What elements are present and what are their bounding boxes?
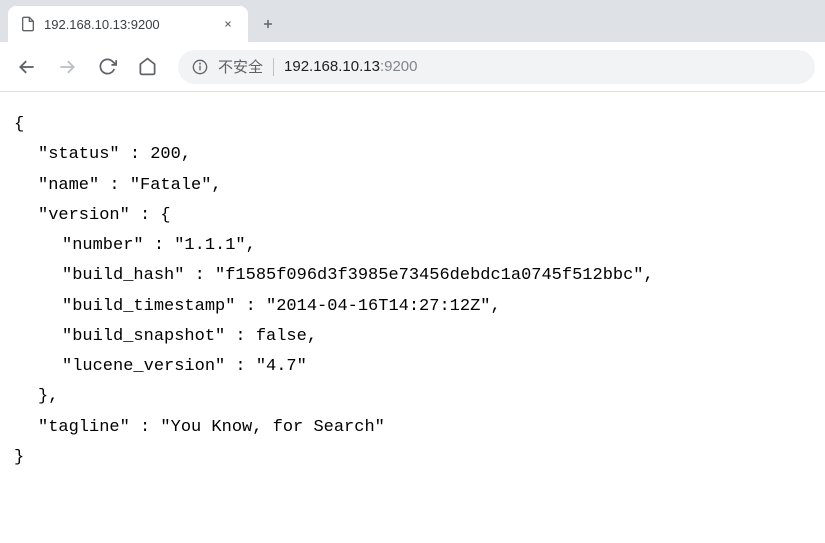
json-line: "build_hash" : "f1585f096d3f3985e73456de… (14, 261, 811, 291)
json-line: } (14, 443, 811, 473)
url-text: 192.168.10.13:9200 (284, 58, 417, 75)
json-line: { (14, 110, 811, 140)
back-button[interactable] (10, 50, 44, 84)
tab-title: 192.168.10.13:9200 (44, 17, 212, 32)
home-button[interactable] (130, 50, 164, 84)
divider (273, 58, 274, 76)
new-tab-button[interactable] (254, 10, 282, 38)
page-content: { "status" : 200, "name" : "Fatale", "ve… (0, 92, 825, 491)
json-line: }, (14, 382, 811, 412)
info-icon[interactable] (192, 59, 208, 75)
json-line: "build_snapshot" : false, (14, 322, 811, 352)
reload-button[interactable] (90, 50, 124, 84)
close-icon[interactable] (220, 16, 236, 32)
browser-toolbar: 不安全 192.168.10.13:9200 (0, 42, 825, 92)
json-line: "status" : 200, (14, 140, 811, 170)
json-line: "lucene_version" : "4.7" (14, 352, 811, 382)
address-bar[interactable]: 不安全 192.168.10.13:9200 (178, 50, 815, 84)
json-line: "version" : { (14, 201, 811, 231)
json-line: "build_timestamp" : "2014-04-16T14:27:12… (14, 292, 811, 322)
tab-strip: 192.168.10.13:9200 (0, 0, 825, 42)
file-icon (20, 16, 36, 32)
forward-button[interactable] (50, 50, 84, 84)
json-line: "number" : "1.1.1", (14, 231, 811, 261)
json-line: "name" : "Fatale", (14, 171, 811, 201)
url-port: :9200 (380, 58, 418, 75)
url-host: 192.168.10.13 (284, 58, 380, 75)
browser-tab[interactable]: 192.168.10.13:9200 (8, 6, 248, 42)
json-line: "tagline" : "You Know, for Search" (14, 413, 811, 443)
security-label: 不安全 (218, 56, 263, 77)
